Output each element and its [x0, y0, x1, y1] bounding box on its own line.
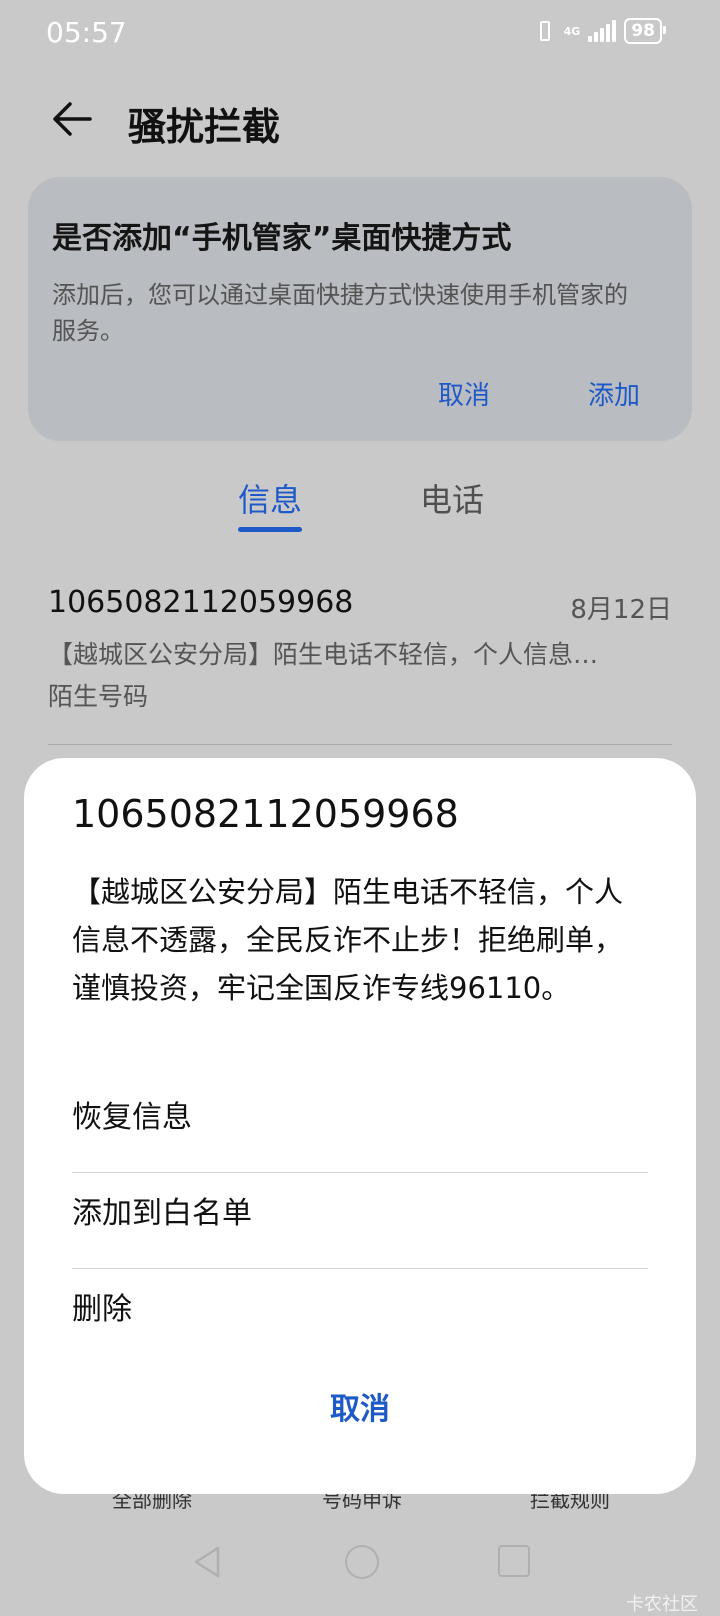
nav-back-icon[interactable] [192, 1545, 222, 1579]
active-tab-indicator [238, 527, 302, 532]
shortcut-add-button[interactable]: 添加 [588, 375, 640, 412]
nav-home-icon[interactable] [345, 1545, 379, 1579]
delete-option[interactable]: 删除 [72, 1262, 648, 1358]
tab-bar: 信息 电话 [0, 475, 720, 535]
status-time: 05:57 [46, 16, 127, 49]
message-date: 8月12日 [570, 595, 672, 625]
sheet-cancel-button[interactable]: 取消 [24, 1384, 696, 1428]
status-bar: 05:57 4G 98 [0, 0, 720, 68]
battery-icon: 98 [624, 18, 666, 44]
restore-message-option[interactable]: 恢复信息 [72, 1070, 648, 1166]
tab-calls[interactable]: 电话 [420, 475, 484, 521]
sheet-sender-number: 1065082112059968 [72, 792, 459, 836]
shortcut-prompt-card: 是否添加“手机管家”桌面快捷方式 添加后，您可以通过桌面快捷方式快速使用手机管家… [28, 177, 692, 441]
sheet-message-body: 【越城区公安分局】陌生电话不轻信，个人信息不透露，全民反诈不止步！拒绝刷单，谨慎… [72, 875, 624, 1005]
status-icons: 4G 98 [534, 18, 666, 44]
back-arrow-icon[interactable] [50, 96, 96, 142]
message-tag: 陌生号码 [48, 682, 149, 711]
message-preview: 【越城区公安分局】陌生电话不轻信，个人信息… [48, 640, 599, 669]
shortcut-card-title: 是否添加“手机管家”桌面快捷方式 [52, 221, 512, 256]
watermark: 卡农社区 [626, 1594, 698, 1615]
nav-recents-icon[interactable] [498, 1545, 530, 1577]
shortcut-card-description: 添加后，您可以通过桌面快捷方式快速使用手机管家的服务。 [52, 281, 628, 345]
message-sender: 1065082112059968 [48, 585, 354, 620]
signal-icon [588, 20, 617, 42]
system-nav-bar [0, 1535, 720, 1595]
list-divider [48, 744, 672, 745]
header: 骚扰拦截 [0, 90, 720, 150]
tab-messages[interactable]: 信息 [238, 475, 302, 521]
vibrate-icon [534, 19, 556, 43]
add-to-whitelist-option[interactable]: 添加到白名单 [72, 1166, 648, 1262]
network-type: 4G [563, 24, 581, 38]
page-title: 骚扰拦截 [128, 105, 281, 149]
shortcut-cancel-button[interactable]: 取消 [438, 375, 490, 412]
